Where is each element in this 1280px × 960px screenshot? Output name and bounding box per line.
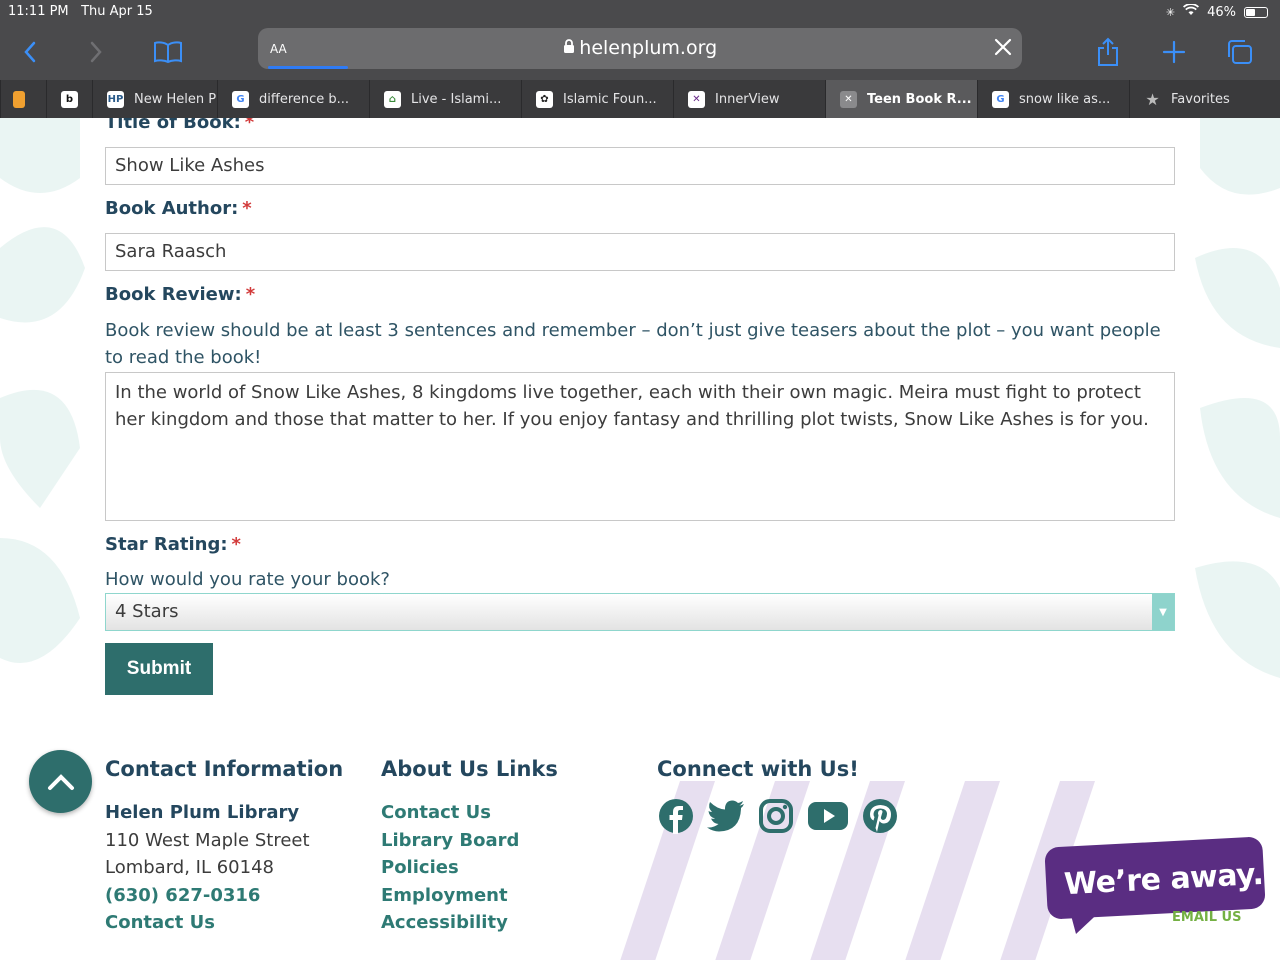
chevron-right-icon [90,41,102,63]
wifi-icon [1183,3,1200,20]
browser-toolbar: AA helenplum.org [0,24,1280,80]
review-textarea[interactable]: In the world of Snow Like Ashes, 8 kingd… [105,372,1175,521]
tab-favicon: ✿ [536,90,553,108]
tab-6[interactable]: G snow like as... [977,80,1129,118]
required-mark: * [242,198,252,219]
tab-1[interactable]: G difference b... [217,80,369,118]
new-tab-button[interactable] [1156,34,1192,70]
rating-select[interactable]: 4 Stars ▼ [105,593,1175,631]
dropdown-arrow-icon[interactable]: ▼ [1152,594,1174,630]
tab-pinned-2[interactable]: b [46,80,92,118]
loading-progress [268,66,348,69]
about-heading: About Us Links [381,757,558,781]
lock-icon [563,39,579,58]
about-link-contact-us[interactable]: Contact Us [381,799,558,827]
review-label: Book Review: * [105,284,256,305]
tab-label: New Helen P [134,91,217,107]
tab-favicon [13,90,25,108]
rating-selected-value: 4 Stars [115,601,179,622]
tab-label: snow like as... [1019,91,1111,107]
tab-favicon: G [232,90,249,108]
stop-loading-button[interactable] [994,38,1012,60]
star-icon: ★ [1145,89,1160,109]
tab-3[interactable]: ✿ Islamic Foun... [521,80,673,118]
book-icon [154,41,182,64]
title-label: Title of Book: * [105,118,254,133]
rating-label: Star Rating: * [105,534,241,555]
chevron-up-icon [47,773,74,790]
facebook-icon[interactable] [657,797,695,835]
web-page: Title of Book: * Show Like Ashes Book Aut… [0,118,1280,960]
submit-button[interactable]: Submit [105,643,213,695]
tab-pinned-1[interactable] [0,80,46,118]
tab-bar: b HP New Helen P G difference b... ⌂ Liv… [0,80,1280,118]
tab-favicon: b [61,90,78,108]
tab-favicon: G [992,90,1009,108]
review-help-text: Book review should be at least 3 sentenc… [105,320,1161,368]
status-bar: 11:11 PM Thu Apr 15 ✳ 46% [0,0,1280,24]
author-label: Book Author: * [105,198,252,219]
required-mark: * [244,118,255,133]
author-input[interactable]: Sara Raasch [105,233,1175,271]
chat-bubble-tail [1068,904,1108,934]
about-link-policies[interactable]: Policies [381,854,558,882]
chat-email-link[interactable]: EMAIL US [1172,910,1241,925]
contact-heading: Contact Information [105,757,344,781]
tab-label: Live - Islami... [411,91,502,107]
connect-column: Connect with Us! [657,757,899,835]
instagram-icon[interactable] [757,797,795,835]
about-link-accessibility[interactable]: Accessibility [381,909,558,937]
contact-info-column: Contact Information Helen Plum Library 1… [105,757,343,937]
status-time: 11:11 PM Thu Apr 15 [8,4,153,19]
phone-link[interactable]: (630) 627-0316 [105,882,343,910]
about-link-library-board[interactable]: Library Board [381,827,558,855]
youtube-icon[interactable] [807,797,849,835]
title-input[interactable]: Show Like Ashes [105,147,1175,185]
library-name: Helen Plum Library [105,802,300,823]
tab-label: difference b... [259,91,350,107]
tabs-icon [1228,40,1252,64]
plus-icon [1162,40,1186,64]
tab-favicon: HP [107,90,124,108]
tab-5-active[interactable]: ✕ Teen Book R... [825,80,977,118]
scroll-to-top-button[interactable] [29,750,92,813]
tab-label: Favorites [1171,91,1230,107]
tab-overview-button[interactable] [1222,34,1258,70]
about-link-employment[interactable]: Employment [381,882,558,910]
chat-widget[interactable]: We’re away. EMAIL US [1044,836,1266,937]
share-button[interactable] [1090,34,1126,70]
twitter-icon[interactable] [707,797,745,835]
url-display[interactable]: helenplum.org [258,37,1022,59]
pinterest-icon[interactable] [861,797,899,835]
share-icon [1098,37,1118,66]
tab-favicon: ✕ [688,90,705,108]
chevron-left-icon [24,41,36,63]
connect-heading: Connect with Us! [657,757,859,781]
forward-button[interactable] [78,34,114,70]
contact-us-link[interactable]: Contact Us [105,909,343,937]
tab-0[interactable]: HP New Helen P [92,80,217,118]
signal-icon: ✳ [1165,5,1176,19]
tab-favicon: ✕ [840,90,857,108]
close-icon [994,38,1012,56]
address-bar[interactable]: AA helenplum.org [258,28,1022,69]
tab-2[interactable]: ⌂ Live - Islami... [369,80,521,118]
tab-label: InnerView [715,91,780,107]
about-links-column: About Us Links Contact Us Library Board … [381,757,558,937]
battery-percent: 46% [1207,4,1236,20]
battery-icon [1244,6,1268,18]
tab-4[interactable]: ✕ InnerView [673,80,825,118]
tab-favicon: ⌂ [384,90,401,108]
tab-favorites[interactable]: ★ Favorites [1129,80,1280,118]
tab-label: Teen Book R... [867,91,972,107]
bookmarks-button[interactable] [150,34,186,70]
rating-help-text: How would you rate your book? [105,569,390,590]
required-mark: * [245,284,256,305]
tab-label: Islamic Foun... [563,91,657,107]
city-address: Lombard, IL 60148 [105,857,274,878]
required-mark: * [231,534,241,555]
street-address: 110 West Maple Street [105,829,310,851]
back-button[interactable] [12,34,48,70]
